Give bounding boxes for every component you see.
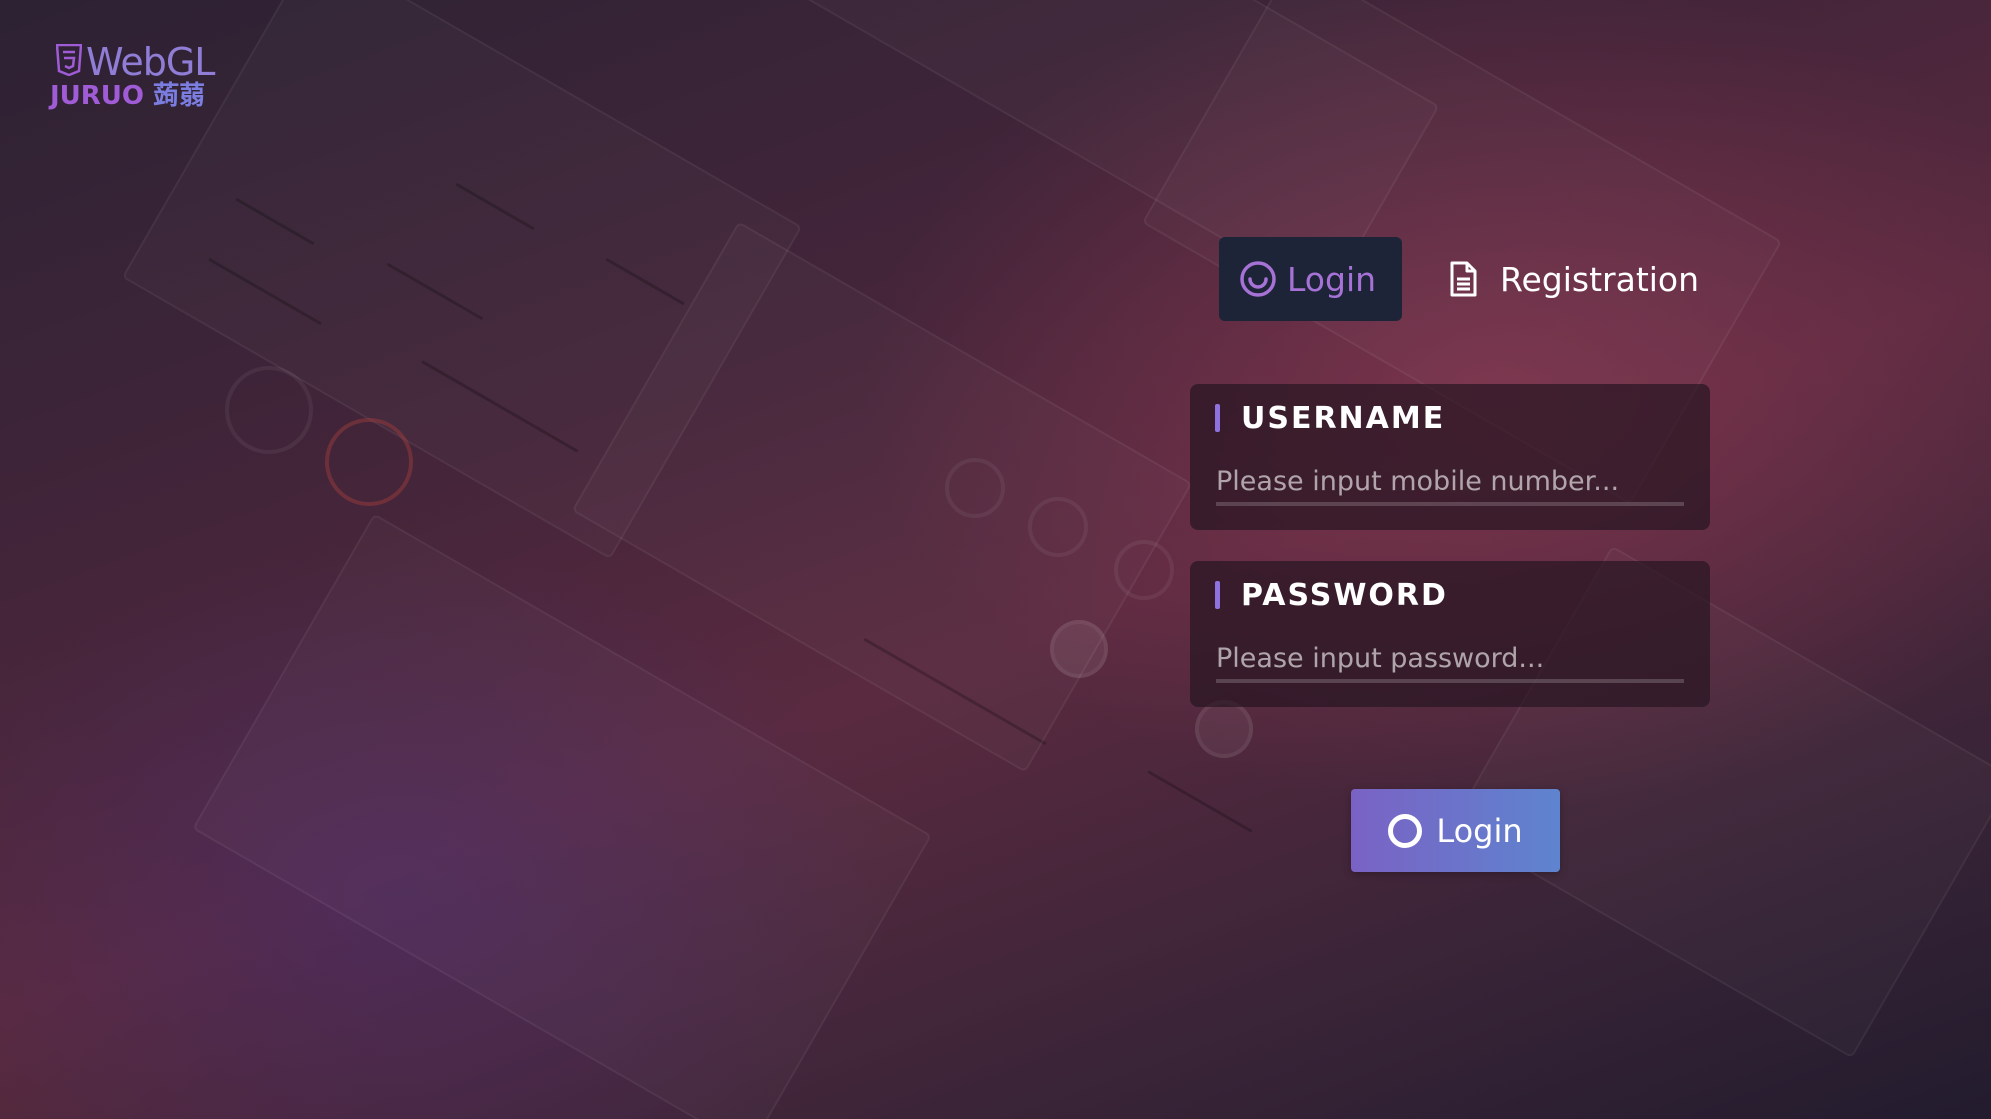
html5-shield-icon: [56, 44, 82, 76]
bg-panel: [192, 513, 932, 1119]
auth-tabs: Login Registration: [1219, 237, 1725, 321]
bg-radial: [1114, 540, 1174, 600]
bg-radial: [945, 458, 1005, 518]
label-accent-bar: [1215, 404, 1220, 432]
username-field-group: USERNAME: [1190, 384, 1710, 530]
bg-radial: [225, 366, 313, 454]
bg-slider-line: [1147, 770, 1253, 833]
bg-radial: [1028, 497, 1088, 557]
login-screen: WebGL JURUO 蒟蒻 Login Registration USERNA…: [0, 0, 1991, 1119]
bg-panel: [571, 221, 1193, 773]
bg-slider-line: [386, 262, 484, 321]
bg-slider-line: [235, 197, 315, 246]
bg-radial: [1050, 620, 1108, 678]
bg-radial: [1195, 700, 1253, 758]
bg-slider-line: [207, 257, 323, 326]
smile-circle-icon: [1240, 261, 1276, 297]
tab-login-label: Login: [1287, 259, 1377, 299]
app-logo: WebGL JURUO 蒟蒻: [50, 40, 225, 114]
logo-brand-name-row: JURUO 蒟蒻: [50, 80, 205, 112]
tab-login[interactable]: Login: [1219, 237, 1403, 321]
bg-radial: [325, 418, 413, 506]
username-label: USERNAME: [1215, 400, 1445, 436]
ring-icon: [1388, 813, 1423, 848]
bg-slider-line: [455, 182, 535, 231]
password-field-group: PASSWORD: [1190, 561, 1710, 707]
username-input[interactable]: [1216, 460, 1684, 506]
logo-brand-name: JURUO: [50, 81, 145, 111]
password-input[interactable]: [1216, 637, 1684, 683]
bg-slider-line: [421, 360, 579, 453]
tab-registration-label: Registration: [1500, 259, 1700, 299]
document-icon: [1450, 261, 1477, 297]
username-label-text: USERNAME: [1241, 400, 1446, 436]
label-accent-bar: [1215, 581, 1220, 609]
bg-slider-line: [605, 257, 685, 306]
tab-registration[interactable]: Registration: [1424, 237, 1725, 321]
login-submit-button[interactable]: Login: [1351, 789, 1560, 872]
logo-brand-cjk: 蒟蒻: [153, 81, 206, 111]
login-submit-label: Login: [1436, 811, 1523, 850]
background-decoration: [0, 0, 1991, 1119]
password-label-text: PASSWORD: [1241, 577, 1448, 613]
bg-slider-line: [863, 637, 1047, 746]
logo-brand-top: WebGL: [86, 40, 215, 84]
password-label: PASSWORD: [1215, 577, 1448, 613]
